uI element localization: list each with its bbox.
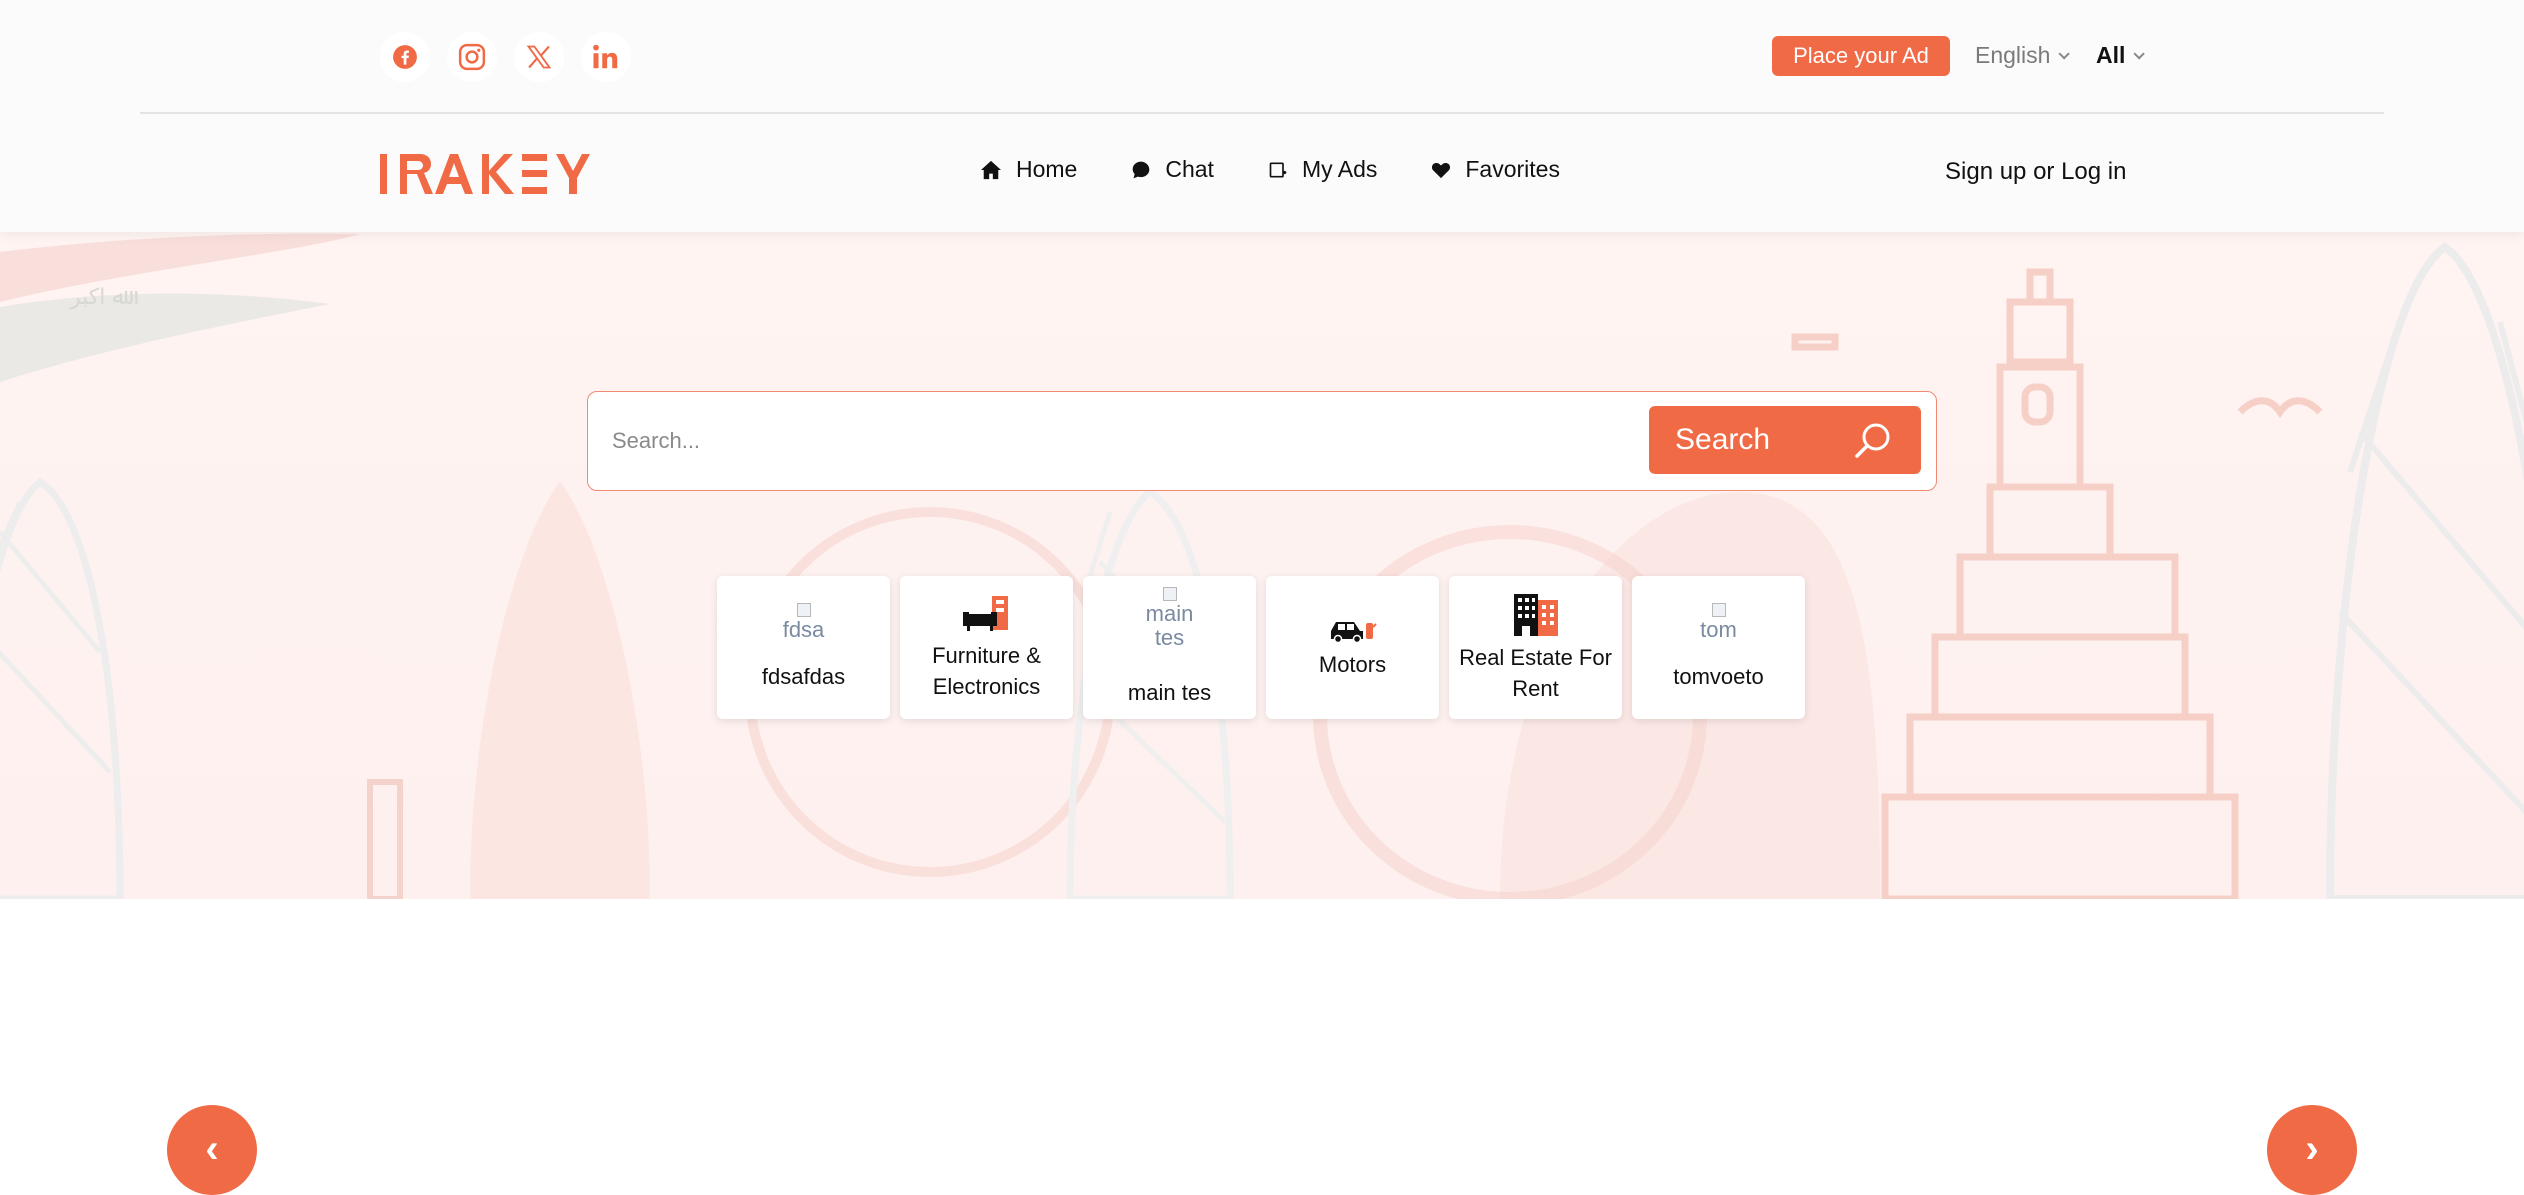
image-alt-text: main tes	[1145, 601, 1194, 650]
instagram-icon[interactable]	[447, 32, 497, 82]
category-card-motors[interactable]: Motors	[1266, 576, 1439, 719]
category-label: Furniture & Electronics	[932, 642, 1041, 699]
hero-banner: ﷲ اكبر Search... Search fdsa fdsafdas Fu…	[0, 232, 2524, 899]
heart-icon	[1432, 162, 1451, 178]
region-selector[interactable]: All	[2096, 42, 2146, 69]
search-icon	[1855, 423, 1890, 458]
home-icon	[981, 160, 1001, 179]
car-icon	[1330, 622, 1377, 643]
top-bar: Place your Ad English All	[0, 0, 2524, 113]
linkedin-icon[interactable]	[581, 32, 631, 82]
facebook-icon[interactable]	[380, 32, 430, 82]
image-alt-text: fdsa	[782, 617, 825, 642]
chevron-left-icon: ‹	[205, 1127, 219, 1171]
nav-home[interactable]: Home	[980, 156, 1077, 183]
language-label: English	[1975, 42, 2051, 68]
language-selector[interactable]: English	[1975, 42, 2071, 69]
nav-my-ads[interactable]: My Ads	[1268, 156, 1377, 183]
category-label: fdsafdas	[761, 664, 846, 689]
social-links	[380, 32, 631, 82]
carousel-next-button[interactable]: ›	[2267, 1105, 2357, 1195]
chevron-right-icon: ›	[2305, 1127, 2319, 1171]
place-ad-button[interactable]: Place your Ad	[1772, 36, 1950, 76]
image-alt-text: tom	[1700, 617, 1737, 642]
my-ads-icon	[1269, 162, 1287, 177]
chevron-down-icon	[2058, 47, 2071, 60]
broken-image-icon: tom	[1684, 603, 1754, 655]
nav-home-label: Home	[1016, 156, 1078, 182]
main-nav-bar: Home Chat My Ads Favorites Sign up or Lo…	[0, 114, 2524, 232]
skyline-illustration: ﷲ اكبر	[0, 233, 2524, 899]
category-label: Real Estate For Rent	[1459, 644, 1612, 701]
category-card-furniture[interactable]: Furniture & Electronics	[900, 576, 1073, 719]
nav-my-ads-label: My Ads	[1301, 156, 1378, 182]
nav-favorites[interactable]: Favorites	[1431, 156, 1560, 183]
search-bar: Search	[587, 391, 1937, 491]
nav-chat[interactable]: Chat	[1131, 156, 1214, 183]
category-card-real-estate[interactable]: Real Estate For Rent	[1449, 576, 1622, 719]
furniture-icon	[962, 595, 1008, 631]
x-icon[interactable]	[514, 32, 564, 82]
search-button[interactable]: Search	[1649, 406, 1921, 474]
building-icon	[1513, 593, 1558, 636]
chevron-down-icon	[2133, 47, 2146, 60]
carousel-prev-button[interactable]: ‹	[167, 1105, 257, 1195]
category-card-fdsafdas[interactable]: fdsa fdsafdas	[717, 576, 890, 719]
broken-image-icon: fdsa	[769, 603, 839, 655]
search-input[interactable]	[612, 416, 1592, 466]
chat-icon	[1133, 161, 1150, 178]
region-label: All	[2096, 42, 2126, 68]
nav-chat-label: Chat	[1165, 156, 1214, 182]
broken-image-icon: main tes	[1140, 587, 1200, 671]
category-card-tomvoeto[interactable]: tom tomvoeto	[1632, 576, 1805, 719]
category-label: main tes	[1127, 680, 1212, 705]
category-label: Motors	[1318, 652, 1387, 677]
primary-nav: Home Chat My Ads Favorites	[980, 156, 1560, 183]
category-card-main-tes[interactable]: main tes main tes	[1083, 576, 1256, 719]
signin-link[interactable]: Sign up or Log in	[1945, 158, 2126, 186]
brand-logo[interactable]	[378, 152, 602, 201]
nav-favorites-label: Favorites	[1465, 156, 1560, 182]
search-button-label: Search	[1675, 423, 1771, 456]
category-list: fdsa fdsafdas Furniture & Electronics ma…	[717, 576, 1805, 719]
category-label: tomvoeto	[1673, 664, 1764, 689]
